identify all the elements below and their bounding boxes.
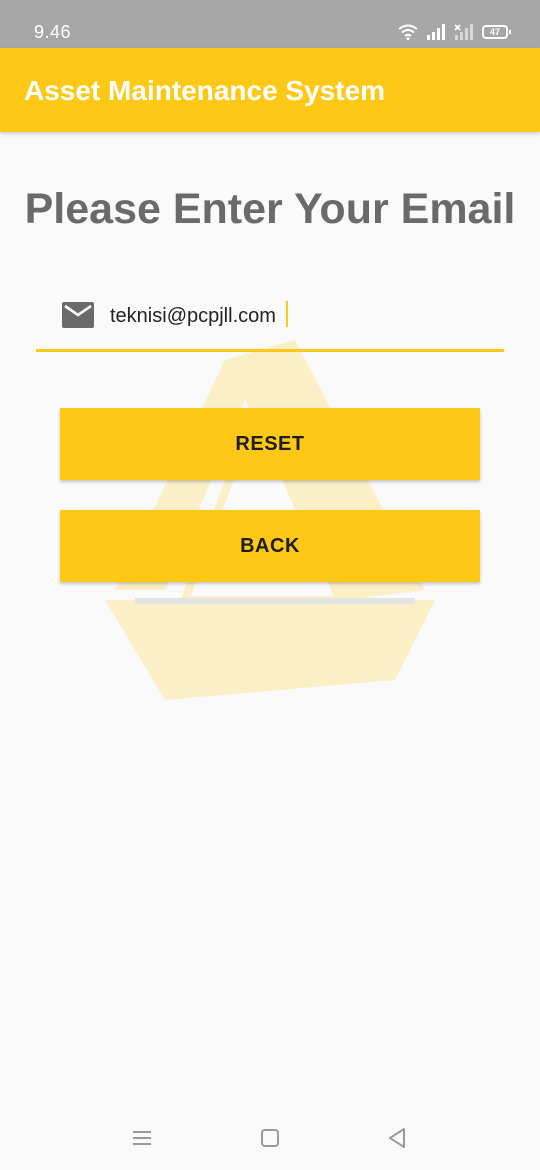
- email-input[interactable]: [110, 298, 490, 334]
- back-icon[interactable]: [384, 1124, 412, 1152]
- app-bar: Asset Maintenance System: [0, 48, 540, 132]
- logo-watermark: [105, 340, 435, 700]
- home-icon[interactable]: [256, 1124, 284, 1152]
- app-title: Asset Maintenance System: [24, 75, 386, 106]
- back-button[interactable]: BACK: [60, 510, 480, 582]
- navigation-bar: [0, 1104, 540, 1170]
- battery-level: 47: [489, 27, 500, 37]
- reset-button[interactable]: RESET: [60, 408, 480, 480]
- status-bar: 9.46 47: [0, 0, 540, 48]
- status-time: 9.46: [34, 22, 72, 42]
- menu-icon[interactable]: [128, 1124, 156, 1152]
- status-icons: 47: [398, 22, 511, 42]
- battery-icon: 47: [482, 25, 511, 39]
- signal-off-icon: [454, 24, 473, 40]
- text-cursor: [286, 301, 288, 327]
- page-title: Please Enter Your Email: [24, 185, 516, 233]
- signal-icon: [427, 24, 445, 40]
- mail-icon: [62, 302, 94, 328]
- wifi-icon: [398, 24, 418, 40]
- email-field-container: [36, 290, 504, 352]
